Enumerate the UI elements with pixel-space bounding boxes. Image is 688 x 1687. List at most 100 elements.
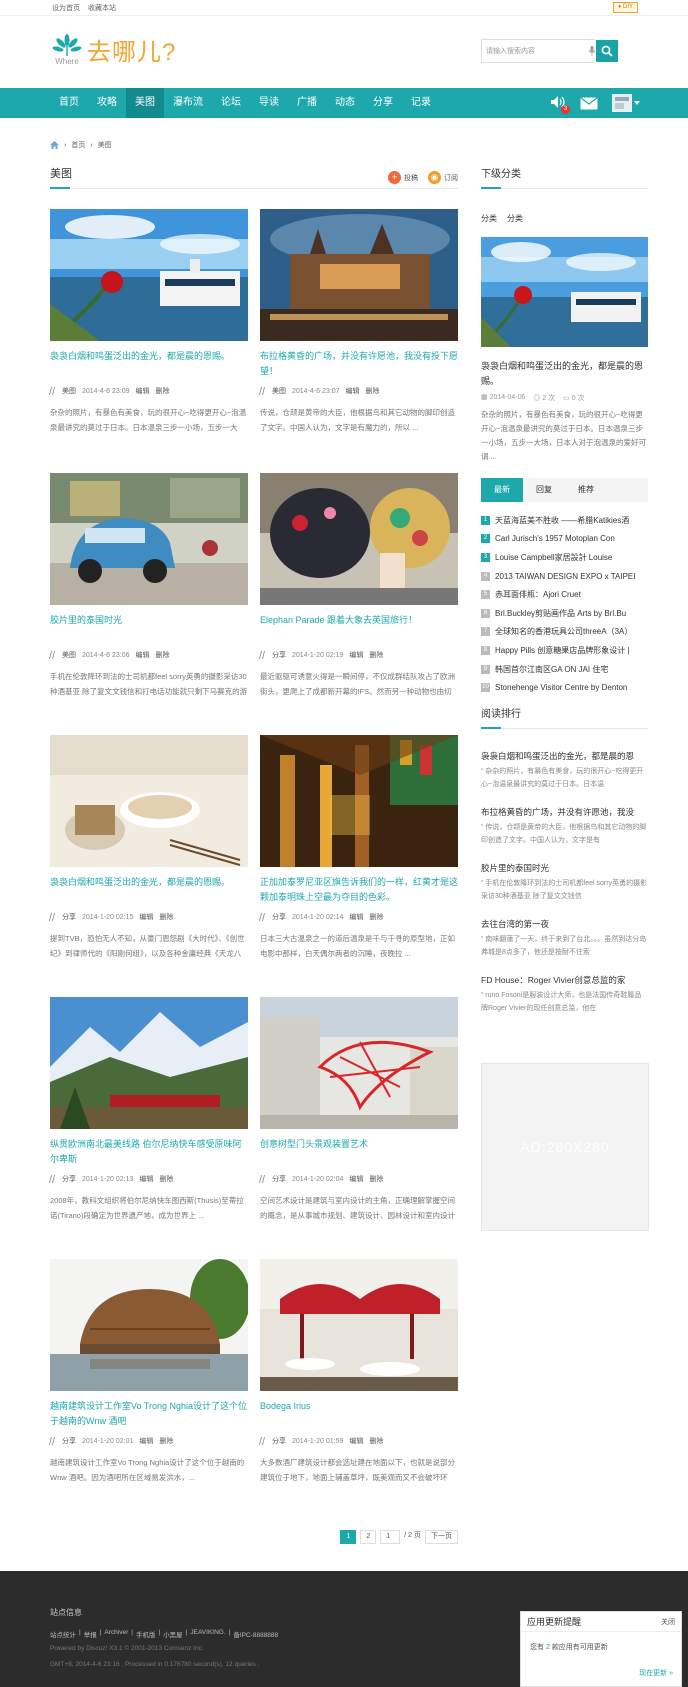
article-category[interactable]: 美图 [272, 386, 286, 396]
delete-link[interactable]: 删除 [159, 912, 173, 922]
list-item[interactable]: 4 2013 TAIWAN DESIGN EXPO x TAIPEI [481, 567, 648, 586]
footer-link[interactable]: 小黑屋 [163, 1629, 183, 1639]
edit-link[interactable]: 编辑 [345, 386, 359, 396]
article-title[interactable]: 纵贯欧洲南北最美线路 伯尔尼纳快车感受原味阿尔卑斯 [50, 1137, 248, 1167]
delete-link[interactable]: 删除 [159, 1436, 173, 1446]
article-category[interactable]: 美图 [62, 386, 76, 396]
nav-item-forum[interactable]: 论坛 [212, 88, 250, 118]
subcat-item[interactable]: 分类 [507, 213, 523, 227]
article-title[interactable]: 袅袅白烟和鸣蛋泛出的金光，都是晨的恩赐。 [50, 349, 248, 379]
article-title[interactable]: 正加加泰罗尼亚区旗告诉我们的一样，红黄才是这颗加泰明珠上空最为夺目的色彩。 [260, 875, 458, 905]
article-title[interactable]: 胶片里的泰国时光 [50, 613, 248, 643]
edit-link[interactable]: 编辑 [139, 1174, 153, 1184]
list-item[interactable]: 3 Louise Campbell家居設計 Louise [481, 548, 648, 567]
feature-image[interactable] [481, 237, 648, 347]
article-image[interactable] [260, 1259, 458, 1391]
ad-slot[interactable]: AD:280X280 [481, 1063, 649, 1231]
nav-item-broadcast[interactable]: 广播 [288, 88, 326, 118]
article-title[interactable]: 布拉格黄昏的广场，并没有许愿池，我没有投下愿望！ [260, 349, 458, 379]
search-button[interactable] [595, 39, 619, 63]
nav-item-digest[interactable]: 导读 [250, 88, 288, 118]
article-title[interactable]: 创意树型门头景观装置艺术 [260, 1137, 458, 1167]
subscribe-button[interactable]: ◉ 订阅 [428, 171, 458, 184]
article-category[interactable]: 分享 [62, 1174, 76, 1184]
footer-link[interactable]: JEAVIKING. [190, 1629, 225, 1639]
delete-link[interactable]: 删除 [155, 386, 169, 396]
notification-button[interactable]: 3 [550, 95, 570, 114]
breadcrumb-home[interactable]: 首页 [71, 140, 85, 150]
article-category[interactable]: 分享 [272, 1174, 286, 1184]
notice-close-button[interactable]: 关闭 [661, 1617, 675, 1627]
nav-item-guide[interactable]: 攻略 [88, 88, 126, 118]
delete-link[interactable]: 删除 [155, 650, 169, 660]
tab-reply[interactable]: 回复 [523, 478, 565, 502]
article-image[interactable] [260, 473, 458, 605]
list-item[interactable]: 8 Happy Pills 创意糖果店品牌形象设计 | [481, 641, 648, 660]
delete-link[interactable]: 删除 [369, 912, 383, 922]
subcat-item[interactable]: 分类 [481, 213, 497, 227]
list-item[interactable]: 10 Stonehenge Visitor Centre by Denton [481, 678, 648, 697]
list-item[interactable]: 5 赤耳面俳瓶：Ajori Cruet [481, 585, 648, 604]
footer-link[interactable]: 备IPC-8888888 [233, 1629, 278, 1639]
nav-item-waterfall[interactable]: 瀑布流 [164, 88, 212, 118]
rank-item-title[interactable]: 去往台湾的第一夜 [481, 917, 648, 931]
article-category[interactable]: 分享 [272, 650, 286, 660]
article-category[interactable]: 分享 [272, 912, 286, 922]
next-page-button[interactable]: 下一页 [425, 1530, 458, 1544]
page-current[interactable]: 1 [340, 1530, 357, 1544]
favorite-link[interactable]: 收藏本站 [88, 5, 116, 12]
article-image[interactable] [50, 473, 248, 605]
article-category[interactable]: 美图 [62, 650, 76, 660]
logo[interactable]: Where 去哪儿? [52, 34, 176, 70]
delete-link[interactable]: 删除 [369, 1436, 383, 1446]
user-menu[interactable] [612, 94, 640, 112]
nav-item-photos[interactable]: 美图 [126, 88, 164, 118]
edit-link[interactable]: 编辑 [349, 1174, 363, 1184]
article-image[interactable] [50, 997, 248, 1129]
rank-item-title[interactable]: 布拉格黄昏的广场，并没有许愿池，我没 [481, 805, 648, 819]
diy-button[interactable]: ♦ DIY [613, 2, 638, 13]
article-image[interactable] [260, 997, 458, 1129]
edit-link[interactable]: 编辑 [135, 386, 149, 396]
article-image[interactable] [50, 735, 248, 867]
edit-link[interactable]: 编辑 [139, 1436, 153, 1446]
page-2[interactable]: 2 [360, 1530, 377, 1544]
article-category[interactable]: 分享 [62, 1436, 76, 1446]
edit-link[interactable]: 编辑 [349, 912, 363, 922]
article-image[interactable] [260, 209, 458, 341]
footer-link[interactable]: 站点统计 [50, 1629, 76, 1639]
list-item[interactable]: 2 Carl Jurisch's 1957 Motoplan Con [481, 530, 648, 549]
article-title[interactable]: 袅袅白烟和鸣蛋泛出的金光，都是晨的恩赐。 [50, 875, 248, 905]
post-button[interactable]: + 投稿 [388, 171, 418, 184]
delete-link[interactable]: 删除 [369, 1174, 383, 1184]
feature-title[interactable]: 袅袅白烟和鸣蛋泛出的金光，都是晨的恩赐。 [481, 359, 648, 389]
list-item[interactable]: 1 天蓝海蓝美不胜收 ——希腊Katikies酒 [481, 511, 648, 530]
nav-item-home[interactable]: 首页 [50, 88, 88, 118]
notice-update-link[interactable]: 现在更新 » [639, 1668, 673, 1678]
article-image[interactable] [50, 209, 248, 341]
article-category[interactable]: 分享 [62, 912, 76, 922]
nav-item-feed[interactable]: 动态 [326, 88, 364, 118]
article-image[interactable] [50, 1259, 248, 1391]
delete-link[interactable]: 删除 [369, 650, 383, 660]
nav-item-record[interactable]: 记录 [402, 88, 440, 118]
rank-item-title[interactable]: 袅袅白烟和鸣蛋泛出的金光，都是晨的恩 [481, 749, 648, 763]
edit-link[interactable]: 编辑 [349, 1436, 363, 1446]
article-category[interactable]: 分享 [272, 1436, 286, 1446]
page-input[interactable]: 1 [380, 1530, 401, 1544]
mail-icon[interactable] [580, 96, 598, 110]
edit-link[interactable]: 编辑 [135, 650, 149, 660]
article-image[interactable] [260, 735, 458, 867]
footer-link[interactable]: Archiver [104, 1629, 128, 1639]
list-item[interactable]: 7 全球知名的香港玩具公司threeA（3A） [481, 623, 648, 642]
article-title[interactable]: 越南建筑设计工作室Vo Trong Nghia设计了这个位于越南的Wnw 酒吧 [50, 1399, 248, 1429]
rank-item-title[interactable]: FD House：Roger Vivier创意总监的家 [481, 973, 648, 987]
edit-link[interactable]: 编辑 [139, 912, 153, 922]
list-item[interactable]: 9 韩国首尔江南区GA ON JAI 住宅 [481, 660, 648, 679]
delete-link[interactable]: 删除 [159, 1174, 173, 1184]
rank-item-title[interactable]: 胶片里的泰国时光 [481, 861, 648, 875]
set-home-link[interactable]: 设为首页 [52, 5, 80, 12]
article-title[interactable]: Elephan Parade 跟着大象去英国旅行！ [260, 613, 458, 643]
tab-recommend[interactable]: 推荐 [565, 478, 607, 502]
edit-link[interactable]: 编辑 [349, 650, 363, 660]
